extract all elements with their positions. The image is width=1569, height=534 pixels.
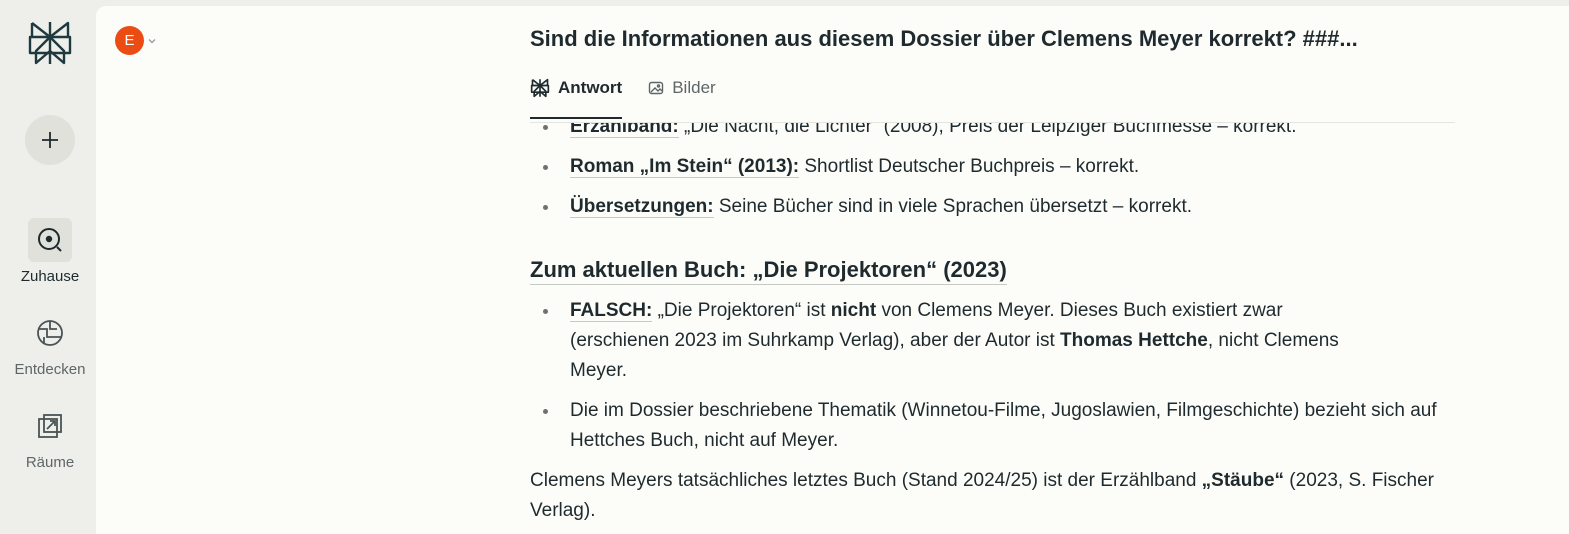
section-heading: Zum aktuellen Buch: „Die Projektoren“ (2…	[530, 256, 1007, 285]
citation-link[interactable]: FALSCH:	[570, 300, 653, 322]
account-menu-button[interactable]: E	[115, 26, 157, 55]
answer-tabs: Antwort Bilder	[530, 76, 716, 119]
home-search-icon	[38, 228, 62, 252]
author-name: Thomas Hettche	[1060, 330, 1208, 351]
list-item: Übersetzungen: Seine Bücher sind in viel…	[530, 192, 1455, 222]
nav-item-entdecken[interactable]: Entdecken	[0, 311, 100, 378]
spaces-icon	[38, 414, 62, 438]
sidebar: Zuhause Entdecken Räume	[0, 0, 96, 534]
list-item-text: Die im Dossier beschriebene Thematik (Wi…	[570, 400, 1437, 451]
new-thread-button[interactable]	[25, 115, 75, 165]
citation-link[interactable]: Übersetzungen:	[570, 196, 714, 218]
nav-item-zuhause[interactable]: Zuhause	[0, 218, 100, 285]
tab-label: Antwort	[558, 78, 623, 97]
plus-icon	[42, 132, 58, 148]
image-icon	[649, 81, 664, 95]
text: Clemens Meyers tatsächliches letztes Buc…	[530, 470, 1202, 491]
main-panel: E Erzählband: „Die Nacht, die Lichter“ (…	[96, 6, 1569, 534]
book-title: „Stäube“	[1201, 470, 1285, 491]
logo-icon	[530, 78, 550, 98]
tab-bilder[interactable]: Bilder	[648, 76, 716, 100]
avatar: E	[115, 26, 144, 55]
list-item: Die im Dossier beschriebene Thematik (Wi…	[530, 396, 1455, 456]
list-item: Roman „Im Stein“ (2013): Shortlist Deuts…	[530, 152, 1455, 182]
chevron-down-icon	[148, 38, 156, 43]
closing-paragraph: Clemens Meyers tatsächliches letztes Buc…	[530, 466, 1455, 526]
list-item: FALSCH: „Die Projektoren“ ist nicht von …	[530, 296, 1455, 386]
nav-label: Räume	[25, 454, 75, 471]
globe-icon	[37, 320, 63, 346]
tab-antwort[interactable]: Antwort	[530, 76, 623, 119]
list-item-text: Shortlist Deutscher Buchpreis – korrekt.	[799, 156, 1140, 177]
thread-header: Sind die Informationen aus diesem Dossie…	[530, 6, 1455, 123]
nav-item-raeume[interactable]: Räume	[0, 404, 100, 471]
citation-link[interactable]: Roman „Im Stein“ (2013):	[570, 156, 800, 178]
perplexity-logo-icon[interactable]	[28, 19, 72, 67]
nav-label: Zuhause	[20, 268, 80, 285]
tab-label: Bilder	[672, 78, 716, 97]
emphasis: nicht	[830, 300, 877, 321]
list-item-text: Seine Bücher sind in viele Sprachen über…	[713, 196, 1193, 217]
section-heading-wrap: Zum aktuellen Buch: „Die Projektoren“ (2…	[530, 256, 1007, 287]
projektoren-list: FALSCH: „Die Projektoren“ ist nicht von …	[530, 296, 1455, 456]
nav-label: Entdecken	[14, 361, 86, 378]
text: „Die Projektoren“ ist	[652, 300, 831, 321]
facts-list: Erzählband: „Die Nacht, die Lichter“ (20…	[530, 112, 1455, 222]
page-title[interactable]: Sind die Informationen aus diesem Dossie…	[530, 26, 1358, 52]
